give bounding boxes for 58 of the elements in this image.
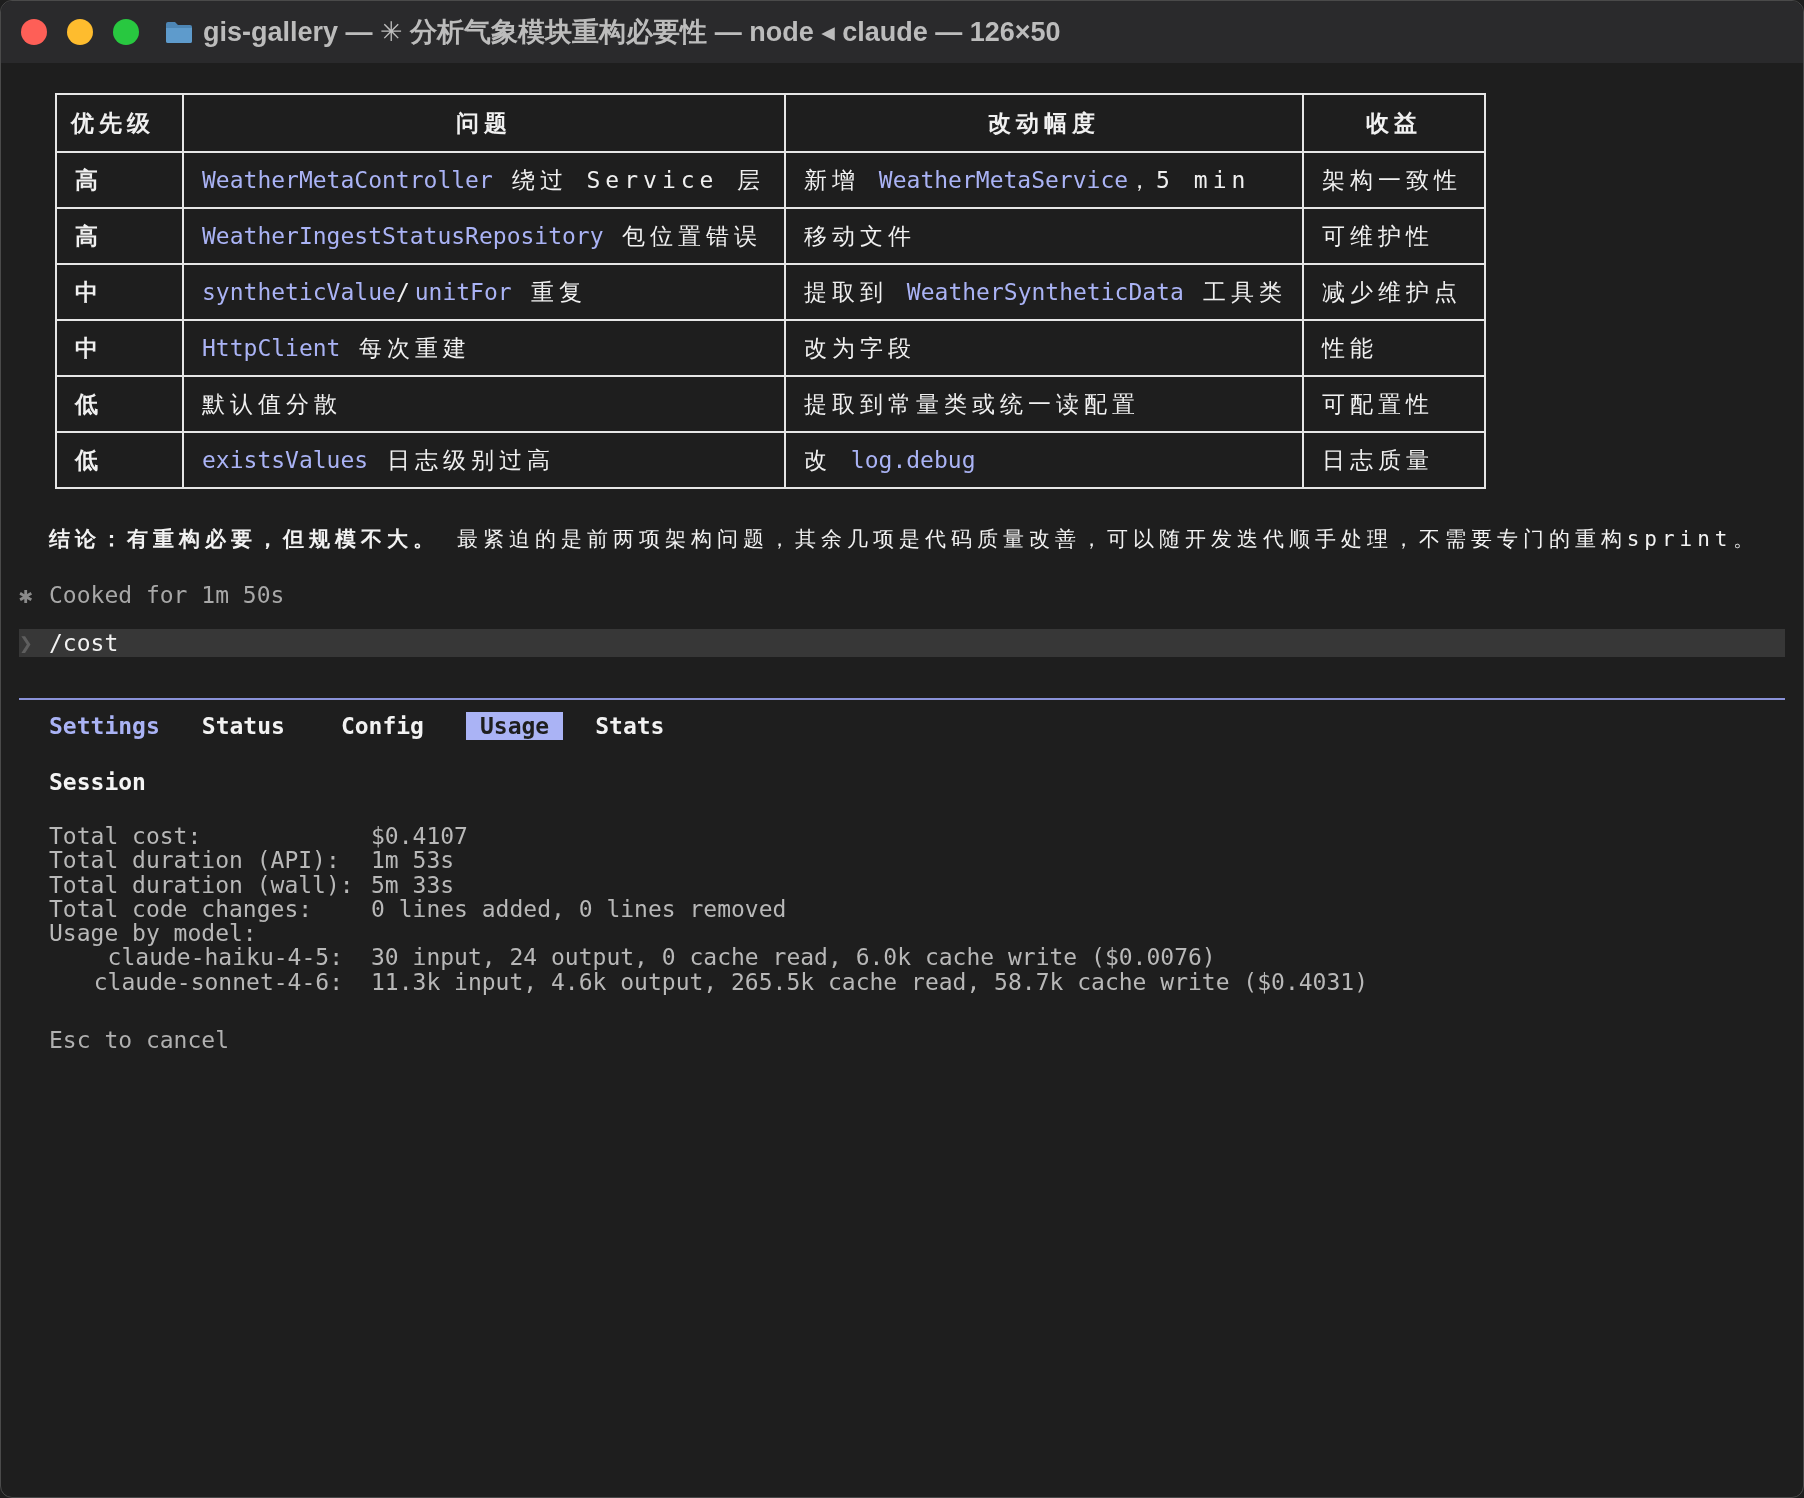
panel-tab[interactable]: Stats — [581, 712, 679, 740]
table-cell: 中 — [56, 320, 183, 376]
table-cell: existsValues 日志级别过高 — [183, 432, 785, 488]
table-cell: 减少维护点 — [1303, 264, 1485, 320]
column-header: 问题 — [183, 94, 785, 152]
stat-label: Total cost: — [49, 824, 203, 849]
prompt-symbol: ❯ — [19, 630, 34, 656]
panel-tab[interactable]: Status — [187, 712, 299, 740]
model-usage: 11.3k input, 4.6k output, 265.5k cache read, 58.7k cache write ($0.4031) — [371, 969, 1368, 995]
table-cell: HttpClient 每次重建 — [183, 320, 785, 376]
section-title: Session — [49, 768, 147, 796]
table-cell: 低 — [56, 376, 183, 432]
table-cell: 移动文件 — [785, 208, 1303, 264]
minimize-button[interactable] — [67, 19, 93, 45]
conclusion-text: 结论：有重构必要，但规模不大。 最紧迫的是前两项架构问题，其余几项是代码质量改善，可以随开发迭代顺手处理，不需要专门的重构sprint。 — [49, 526, 1760, 553]
table-cell: 改 log.debug — [785, 432, 1303, 488]
table-cell: 提取到 WeatherSyntheticData 工具类 — [785, 264, 1303, 320]
table-cell: 架构一致性 — [1303, 152, 1485, 208]
stat-label: Total duration (API): — [49, 848, 341, 873]
table-cell: 新增 WeatherMetaService，5 min — [785, 152, 1303, 208]
column-header: 收益 — [1303, 94, 1485, 152]
table-cell: 日志质量 — [1303, 432, 1485, 488]
table-cell: 高 — [56, 152, 183, 208]
panel-tab[interactable]: Config — [326, 712, 438, 740]
table-cell: syntheticValue/unitFor 重复 — [183, 264, 785, 320]
table-cell: 高 — [56, 208, 183, 264]
table-cell: 改为字段 — [785, 320, 1303, 376]
prompt-command: /cost — [49, 630, 119, 656]
table-cell: 提取到常量类或统一读配置 — [785, 376, 1303, 432]
stat-value: 5m 33s — [371, 872, 456, 897]
maximize-button[interactable] — [113, 19, 139, 45]
stat-value: 0 lines added, 0 lines removed — [371, 896, 788, 922]
table-cell: WeatherMetaController 绕过 Service 层 — [183, 152, 785, 208]
close-button[interactable] — [21, 19, 47, 45]
model-usage: 30 input, 24 output, 0 cache read, 6.0k cache write ($0.0076) — [371, 945, 1217, 970]
table-cell: 低 — [56, 432, 183, 488]
model-name: claude-sonnet-4-6: — [92, 969, 344, 995]
stat-value: $0.4107 — [371, 824, 469, 849]
table-cell: 可维护性 — [1303, 208, 1485, 264]
table-cell: 中 — [56, 264, 183, 320]
status-text: Cooked for 1m 50s — [49, 582, 285, 608]
model-name: claude-haiku-4-5: — [107, 945, 344, 970]
window-title: gis-gallery — ✳ 分析气象模块重构必要性 — node ◂ claude — 126×50 — [203, 16, 1061, 49]
panel-heading: Settings — [49, 713, 160, 739]
column-header: 改动幅度 — [785, 94, 1303, 152]
hint-text: Esc to cancel — [49, 1026, 230, 1055]
stat-label: Total duration (wall): — [49, 872, 355, 897]
stat-label: Total code changes: — [49, 896, 313, 922]
column-header: 优先级 — [56, 94, 183, 152]
panel-tab[interactable]: Usage — [465, 712, 564, 740]
stat-label: Usage by model: — [49, 921, 257, 946]
table-cell: 可配置性 — [1303, 376, 1485, 432]
status-symbol: ✱ — [19, 582, 34, 608]
table-cell: 默认值分散 — [183, 376, 785, 432]
stat-value: 1m 53s — [371, 848, 455, 873]
table-cell: WeatherIngestStatusRepository 包位置错误 — [183, 208, 785, 264]
folder-icon — [165, 20, 193, 44]
table-cell: 性能 — [1303, 320, 1485, 376]
